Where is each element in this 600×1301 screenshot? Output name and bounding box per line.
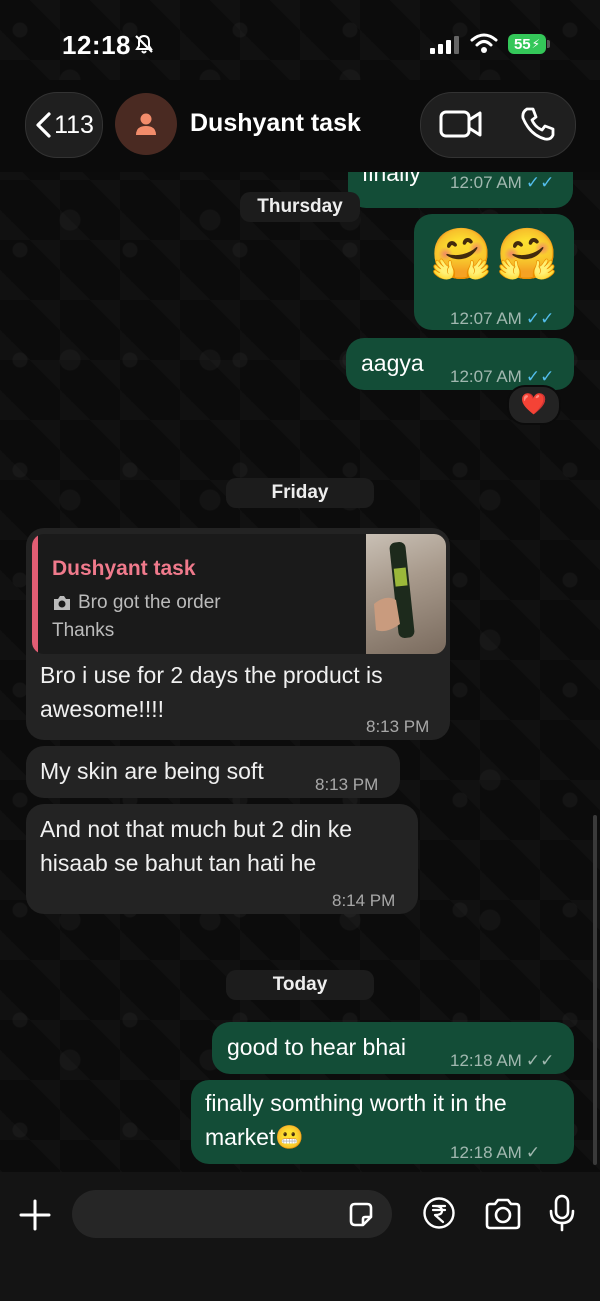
message-text: good to hear bhai (227, 1034, 407, 1060)
read-ticks-icon: ✓✓ (525, 367, 555, 386)
message-incoming[interactable]: Dushyant task Bro got the order Thanks B… (26, 528, 450, 740)
quote-thumbnail (366, 534, 446, 654)
message-incoming[interactable]: And not that much but 2 din ke hisaab se… (26, 804, 418, 914)
camera-icon[interactable] (484, 1198, 522, 1230)
wifi-icon (470, 33, 498, 53)
message-outgoing[interactable]: 🤗🤗 12:07 AM ✓✓ (414, 214, 574, 330)
status-time: 12:18 (62, 30, 131, 60)
read-ticks-icon: ✓✓ (525, 309, 555, 328)
message-outgoing[interactable]: finally somthing worth it in the market😬… (191, 1080, 574, 1164)
message-time: 12:07 AM (450, 173, 522, 192)
sent-tick-icon: ✓ (525, 1143, 541, 1162)
scrollbar[interactable] (593, 815, 597, 1165)
message-incoming[interactable]: My skin are being soft 8:13 PM (26, 746, 400, 798)
status-bar: 12:18 55 ⚡ (0, 0, 600, 80)
quoted-message[interactable]: Dushyant task Bro got the order Thanks (32, 534, 446, 654)
mic-icon[interactable] (548, 1194, 576, 1232)
message-meta: 12:18 AM ✓✓ (450, 1044, 554, 1078)
battery-indicator: 55 ⚡ (508, 34, 546, 54)
date-separator: Thursday (240, 192, 360, 222)
message-text: finally (362, 172, 421, 186)
read-ticks-icon: ✓✓ (525, 173, 555, 192)
message-outgoing[interactable]: good to hear bhai 12:18 AM ✓✓ (212, 1022, 574, 1074)
message-time: 12:18 AM (450, 1051, 522, 1070)
message-meta: 12:07 AM ✓✓ (450, 172, 554, 200)
reaction-badge[interactable]: ❤️ (507, 385, 561, 425)
date-separator: Friday (226, 478, 374, 508)
person-icon (136, 113, 156, 135)
video-call-icon[interactable] (438, 106, 484, 142)
message-text: My skin are being soft (40, 758, 264, 784)
message-time: 8:14 PM (332, 891, 396, 910)
signal-icon (430, 36, 459, 54)
composer-bar (0, 1172, 600, 1301)
message-input[interactable] (72, 1190, 392, 1238)
product-photo (374, 542, 415, 638)
message-meta: 12:18 AM ✓ (450, 1136, 540, 1170)
camera-small-icon (54, 596, 70, 610)
message-text: aagya (361, 350, 424, 376)
date-separator: Today (226, 970, 374, 1000)
message-text: And not that much but 2 din ke hisaab se… (40, 816, 352, 876)
rupee-icon[interactable] (422, 1196, 456, 1230)
quote-text-line2: Thanks (52, 620, 115, 641)
back-chevron-icon (36, 112, 51, 138)
message-meta: 12:07 AM ✓✓ (450, 302, 554, 336)
quote-accent-bar (32, 534, 38, 654)
quote-author: Dushyant task (52, 557, 196, 580)
message-emoji: 😬 (275, 1124, 304, 1150)
message-outgoing[interactable]: aagya 12:07 AM ✓✓ (346, 338, 574, 390)
delivered-ticks-icon: ✓✓ (525, 1051, 555, 1070)
message-emoji: 🤗🤗 (430, 226, 563, 282)
mute-icon (135, 34, 153, 54)
message-list[interactable]: finally 12:07 AM ✓✓ Thursday 🤗🤗 12:07 AM ✓… (0, 172, 600, 1172)
message-outgoing[interactable]: finally 12:07 AM ✓✓ (348, 172, 573, 208)
message-time: 12:18 AM (450, 1143, 522, 1162)
avatar[interactable] (115, 93, 177, 155)
battery-cap (547, 40, 550, 48)
message-time: 12:07 AM (450, 367, 522, 386)
message-time: 8:13 PM (315, 775, 379, 794)
message-time: 12:07 AM (450, 309, 522, 328)
chat-header: 113 Dushyant task (0, 80, 600, 172)
battery-level: 55 (513, 35, 531, 53)
plus-icon[interactable] (18, 1198, 52, 1232)
back-button[interactable]: 113 (25, 92, 103, 158)
contact-name[interactable]: Dushyant task (190, 109, 361, 138)
phone-icon[interactable] (518, 104, 558, 144)
unread-count: 113 (54, 110, 94, 139)
message-time: 8:13 PM (366, 717, 430, 736)
sticker-icon[interactable] (346, 1200, 376, 1230)
